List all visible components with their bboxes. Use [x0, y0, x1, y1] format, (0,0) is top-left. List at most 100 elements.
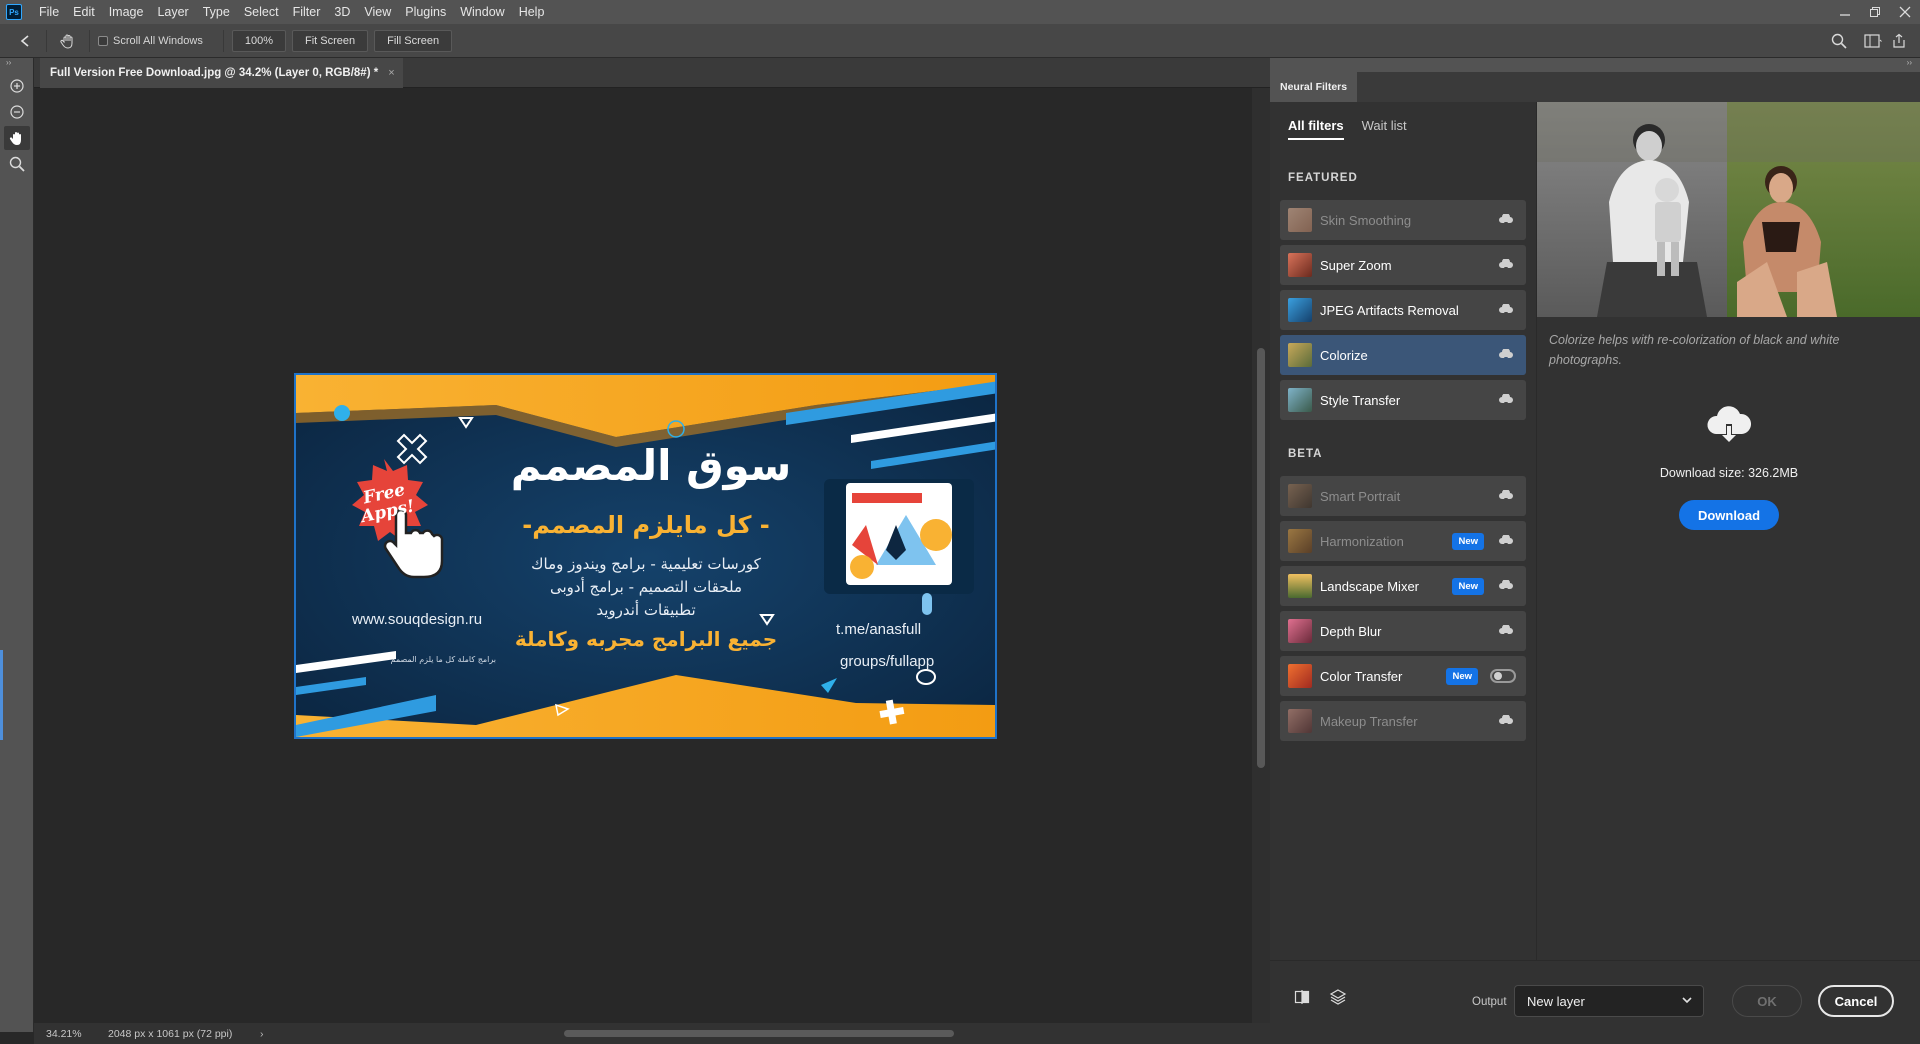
beta-heading: BETA: [1288, 448, 1323, 460]
cloud-download-icon[interactable]: [1496, 345, 1516, 365]
status-document-size: 2048 px x 1061 px (72 ppi): [108, 1027, 233, 1040]
artwork-line4: جميع البرامج مجربه وكاملة: [514, 627, 778, 651]
share-icon[interactable]: [1886, 28, 1912, 54]
artwork-telegram-2: groups/fullapp: [840, 653, 935, 670]
cloud-download-icon[interactable]: [1496, 210, 1516, 230]
output-label: Output: [1472, 996, 1507, 1008]
scroll-all-windows-toggle[interactable]: Scroll All Windows: [98, 35, 203, 47]
cloud-download-icon[interactable]: [1496, 531, 1516, 551]
zoom-100-button[interactable]: 100%: [231, 29, 286, 52]
neural-filters-tab[interactable]: Neural Filters: [1270, 72, 1358, 102]
menu-3d[interactable]: 3D: [327, 0, 357, 24]
cloud-download-icon[interactable]: [1496, 576, 1516, 596]
preview-split-icon[interactable]: [1292, 987, 1312, 1007]
new-badge: New: [1446, 667, 1478, 685]
status-expand-icon[interactable]: ›: [260, 1028, 264, 1040]
colorize-preview-image: [1537, 102, 1920, 317]
filter-skin-smoothing[interactable]: Skin Smoothing: [1280, 200, 1526, 240]
status-zoom[interactable]: 34.21%: [34, 1028, 86, 1040]
filter-name: Color Transfer: [1320, 668, 1403, 684]
tab-all-filters[interactable]: All filters: [1288, 118, 1344, 140]
window-controls: [1830, 0, 1920, 24]
filter-depth-blur[interactable]: Depth Blur: [1280, 611, 1526, 651]
filter-jpeg-artifacts-removal[interactable]: JPEG Artifacts Removal: [1280, 290, 1526, 330]
filter-harmonization[interactable]: Harmonization New: [1280, 521, 1526, 561]
landscape-mixer-thumb-icon: [1288, 574, 1312, 598]
menu-type[interactable]: Type: [196, 0, 237, 24]
back-chevron-icon[interactable]: [12, 28, 38, 54]
hand-tool-preset-icon[interactable]: [55, 28, 81, 54]
output-select[interactable]: New layer: [1514, 985, 1704, 1017]
layers-icon[interactable]: [1328, 987, 1348, 1007]
workspace-icon[interactable]: [1860, 28, 1886, 54]
menu-file[interactable]: File: [32, 0, 66, 24]
download-button[interactable]: Download: [1679, 500, 1779, 530]
filter-makeup-transfer[interactable]: Makeup Transfer: [1280, 701, 1526, 741]
filter-super-zoom[interactable]: Super Zoom: [1280, 245, 1526, 285]
filter-smart-portrait[interactable]: Smart Portrait: [1280, 476, 1526, 516]
artwork-website: www.souqdesign.ru: [352, 611, 483, 628]
color-transfer-toggle[interactable]: [1490, 669, 1516, 683]
menu-filter[interactable]: Filter: [286, 0, 328, 24]
document-tab-title: Full Version Free Download.jpg @ 34.2% (…: [50, 67, 379, 79]
close-tab-icon[interactable]: ×: [388, 67, 394, 79]
neural-filters-footer: Output New layer OK Cancel: [1270, 960, 1920, 1044]
filter-detail: Colorize helps with re-colorization of b…: [1536, 102, 1920, 960]
filter-name: Harmonization: [1320, 533, 1404, 549]
cloud-download-icon[interactable]: [1496, 486, 1516, 506]
download-size-text: Download size: 326.2MB: [1659, 466, 1799, 480]
hand-tool-icon[interactable]: [4, 126, 30, 150]
zoom-tool-icon[interactable]: [4, 152, 30, 176]
vertical-scrollbar[interactable]: [1252, 88, 1270, 1023]
cloud-download-icon[interactable]: [1496, 300, 1516, 320]
cloud-download-icon[interactable]: [1496, 255, 1516, 275]
panel-tab-strip: Neural Filters: [1270, 72, 1920, 102]
cloud-download-icon[interactable]: [1496, 621, 1516, 641]
zoom-out-icon[interactable]: [4, 100, 30, 124]
fit-screen-button[interactable]: Fit Screen: [292, 29, 369, 52]
filter-colorize[interactable]: Colorize: [1280, 335, 1526, 375]
horizontal-scroll-thumb[interactable]: [564, 1030, 954, 1037]
restore-icon[interactable]: [1860, 0, 1890, 24]
cloud-download-icon[interactable]: [1496, 390, 1516, 410]
menu-window[interactable]: Window: [453, 0, 511, 24]
menu-select[interactable]: Select: [237, 0, 286, 24]
canvas-area[interactable]: سوق المصمم - كل مايلزم المصمم- كورسات تع…: [34, 88, 1252, 1023]
cloud-download-icon[interactable]: [1496, 711, 1516, 731]
menu-image[interactable]: Image: [102, 0, 151, 24]
divider: [89, 29, 90, 52]
panel-collapse-icon[interactable]: ››: [1270, 58, 1920, 72]
scroll-all-windows-checkbox[interactable]: [98, 35, 108, 46]
menu-layer[interactable]: Layer: [150, 0, 195, 24]
tools-panel: ››: [0, 58, 34, 1032]
status-bar: 34.21% 2048 px x 1061 px (72 ppi) ›: [34, 1023, 1270, 1044]
minimize-icon[interactable]: [1830, 0, 1860, 24]
document-tab[interactable]: Full Version Free Download.jpg @ 34.2% (…: [40, 58, 403, 88]
menu-plugins[interactable]: Plugins: [398, 0, 453, 24]
filter-name: JPEG Artifacts Removal: [1320, 302, 1459, 318]
search-icon[interactable]: [1826, 28, 1852, 54]
menu-view[interactable]: View: [357, 0, 398, 24]
horizontal-scrollbar[interactable]: [274, 1028, 1224, 1038]
cancel-button[interactable]: Cancel: [1818, 985, 1894, 1017]
menu-edit[interactable]: Edit: [66, 0, 102, 24]
filter-list: All filters Wait list FEATURED Skin Smoo…: [1270, 102, 1536, 960]
document-tab-bar: Full Version Free Download.jpg @ 34.2% (…: [34, 58, 1270, 88]
vertical-scroll-thumb[interactable]: [1257, 348, 1265, 768]
filter-color-transfer[interactable]: Color Transfer New: [1280, 656, 1526, 696]
zoom-in-icon[interactable]: [4, 74, 30, 98]
filter-name: Smart Portrait: [1320, 488, 1401, 504]
menu-help[interactable]: Help: [512, 0, 552, 24]
filter-landscape-mixer[interactable]: Landscape Mixer New: [1280, 566, 1526, 606]
fill-screen-button[interactable]: Fill Screen: [374, 29, 453, 52]
ok-button[interactable]: OK: [1732, 985, 1802, 1017]
close-window-icon[interactable]: [1890, 0, 1920, 24]
smart-portrait-thumb-icon: [1288, 484, 1312, 508]
artwork-small-text: برامج كاملة كل ما يلزم المصمم: [390, 655, 497, 664]
tab-wait-list[interactable]: Wait list: [1362, 118, 1407, 140]
super-zoom-thumb-icon: [1288, 253, 1312, 277]
neural-filters-panel: ›› Neural Filters All filters Wait list …: [1270, 58, 1920, 1044]
document-artwork[interactable]: سوق المصمم - كل مايلزم المصمم- كورسات تع…: [294, 373, 997, 739]
collapse-arrows-icon[interactable]: ››: [0, 58, 33, 72]
filter-style-transfer[interactable]: Style Transfer: [1280, 380, 1526, 420]
